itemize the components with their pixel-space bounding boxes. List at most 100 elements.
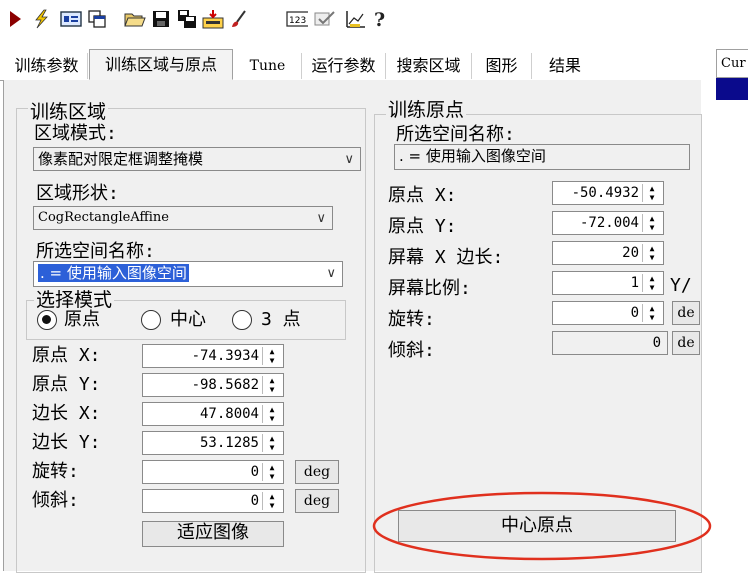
right-pane: Cur <box>716 49 748 571</box>
screen-ratio-label: 屏幕比例: <box>388 278 471 299</box>
spinner-icon[interactable]: ▲ ▼ <box>642 184 661 202</box>
spinner-icon[interactable]: ▲ ▼ <box>262 347 281 365</box>
tab-train-region-origin[interactable]: 训练区域与原点 <box>89 49 233 80</box>
radio-origin[interactable] <box>37 310 57 330</box>
side-y-label: 边长 Y: <box>32 432 101 453</box>
screen-ratio-unit: Y/ <box>670 275 692 296</box>
radio-origin-label: 原点 <box>64 309 100 330</box>
play-icon[interactable] <box>4 8 26 30</box>
chevron-down-icon: ∨ <box>326 266 336 281</box>
image-view-icon[interactable] <box>60 8 82 30</box>
origin-y-input[interactable]: -98.5682 ▲ ▼ <box>142 373 284 397</box>
tab-strip: 训练参数 训练区域与原点 Tune 运行参数 搜索区域 图形 结果 <box>0 49 700 81</box>
tab-train-params[interactable]: 训练参数 <box>6 53 88 79</box>
tab-content-panel: 训练区域 区域模式: 像素配对限定框调整掩模 ∨ 区域形状: CogRectan… <box>3 80 712 573</box>
skew-value: 0 <box>250 493 259 509</box>
select-mode-title: 选择模式 <box>34 289 115 311</box>
run-flash-icon[interactable] <box>30 8 52 30</box>
rotation-label: 旋转: <box>32 461 79 482</box>
origin-y-value: -98.5682 <box>191 377 259 393</box>
skew-label: 倾斜: <box>32 490 79 511</box>
spinner-icon[interactable]: ▲ ▼ <box>642 304 661 322</box>
screen-x-side-value: 20 <box>622 245 639 261</box>
train-region-title: 训练区域 <box>28 101 109 123</box>
right-pane-header: Cur <box>716 49 748 78</box>
spinner-icon[interactable]: ▲ ▼ <box>262 376 281 394</box>
origin2-x-label: 原点 X: <box>388 185 457 206</box>
region-mode-label: 区域模式: <box>34 123 117 144</box>
spinner-icon[interactable]: ▲ ▼ <box>262 492 281 510</box>
origin2-skew-value: 0 <box>652 335 661 351</box>
spinner-icon[interactable]: ▲ ▼ <box>642 274 661 292</box>
rotation-deg-button[interactable]: deg <box>295 460 339 484</box>
import-icon[interactable] <box>202 8 224 30</box>
region-shape-label: 区域形状: <box>36 183 119 204</box>
skew-input[interactable]: 0 ▲ ▼ <box>142 489 284 513</box>
tab-tune[interactable]: Tune <box>234 53 302 79</box>
side-y-value: 53.1285 <box>199 435 259 451</box>
radio-center[interactable] <box>141 310 161 330</box>
spinner-icon[interactable]: ▲ ▼ <box>262 463 281 481</box>
origin2-y-value: -72.004 <box>579 215 639 231</box>
radio-three-point[interactable] <box>232 310 252 330</box>
region-shape-dropdown[interactable]: CogRectangleAffine ∨ <box>33 206 333 230</box>
origin2-x-input[interactable]: -50.4932 ▲ ▼ <box>552 181 664 205</box>
origin2-y-input[interactable]: -72.004 ▲ ▼ <box>552 211 664 235</box>
origin2-skew-deg-button[interactable]: de <box>672 331 700 355</box>
skew-deg-button[interactable]: deg <box>295 489 339 513</box>
radio-center-label: 中心 <box>170 309 206 330</box>
copy-window-icon[interactable] <box>86 8 108 30</box>
tab-run-params[interactable]: 运行参数 <box>302 53 386 79</box>
origin-x-input[interactable]: -74.3934 ▲ ▼ <box>142 344 284 368</box>
side-y-input[interactable]: 53.1285 ▲ ▼ <box>142 431 284 455</box>
screen-ratio-value: 1 <box>630 275 639 291</box>
origin-space-name-label: 所选空间名称: <box>396 124 515 145</box>
numeric-display-icon[interactable]: 123 <box>286 8 308 30</box>
spinner-icon[interactable]: ▲ ▼ <box>642 214 661 232</box>
origin2-x-value: -50.4932 <box>571 185 639 201</box>
help-icon[interactable]: ? <box>370 8 392 30</box>
side-x-value: 47.8004 <box>199 406 259 422</box>
brush-icon[interactable] <box>228 8 250 30</box>
region-mode-dropdown[interactable]: 像素配对限定框调整掩模 ∨ <box>33 147 361 171</box>
checkmark-icon[interactable] <box>314 8 336 30</box>
spinner-icon[interactable]: ▲ ▼ <box>262 405 281 423</box>
space-name-value: . = 使用输入图像空间 <box>38 264 189 282</box>
screen-ratio-input[interactable]: 1 ▲ ▼ <box>552 271 664 295</box>
origin2-skew-input: 0 <box>552 331 668 355</box>
spinner-icon[interactable]: ▲ ▼ <box>262 434 281 452</box>
save-all-icon[interactable] <box>176 8 198 30</box>
region-mode-value: 像素配对限定框调整掩模 <box>38 150 204 168</box>
side-x-input[interactable]: 47.8004 ▲ ▼ <box>142 402 284 426</box>
space-name-dropdown[interactable]: . = 使用输入图像空间 ∨ <box>33 261 343 287</box>
spinner-icon[interactable]: ▲ ▼ <box>642 244 661 262</box>
chevron-down-icon: ∨ <box>316 211 326 226</box>
origin-y-label: 原点 Y: <box>32 374 101 395</box>
screen-x-side-input[interactable]: 20 ▲ ▼ <box>552 241 664 265</box>
svg-text:?: ? <box>374 9 385 29</box>
origin-space-name-value: . = 使用输入图像空间 <box>394 144 690 170</box>
origin2-rotation-deg-button[interactable]: de <box>672 301 700 325</box>
toolbar: 123 ? <box>0 0 748 40</box>
tab-search-region[interactable]: 搜索区域 <box>386 53 472 79</box>
rotation-input[interactable]: 0 ▲ ▼ <box>142 460 284 484</box>
screen-x-side-label: 屏幕 X 边长: <box>388 247 504 268</box>
chart-tool-icon[interactable] <box>344 8 366 30</box>
origin2-y-label: 原点 Y: <box>388 216 457 237</box>
rotation-value: 0 <box>250 464 259 480</box>
save-icon[interactable] <box>150 8 172 30</box>
origin-x-label: 原点 X: <box>32 345 101 366</box>
origin2-rotation-value: 0 <box>630 305 639 321</box>
origin2-skew-label: 倾斜: <box>388 340 435 361</box>
side-x-label: 边长 X: <box>32 403 101 424</box>
svg-text:123: 123 <box>289 16 306 26</box>
tab-graphics[interactable]: 图形 <box>472 53 532 79</box>
chevron-down-icon: ∨ <box>344 152 354 167</box>
tab-results[interactable]: 结果 <box>532 53 598 79</box>
open-folder-icon[interactable] <box>124 8 146 30</box>
annotation-ellipse <box>372 491 712 561</box>
origin2-rotation-input[interactable]: 0 ▲ ▼ <box>552 301 664 325</box>
fit-image-button[interactable]: 适应图像 <box>142 521 284 547</box>
radio-three-point-label: 3 点 <box>261 309 301 330</box>
space-name-label: 所选空间名称: <box>36 241 155 262</box>
